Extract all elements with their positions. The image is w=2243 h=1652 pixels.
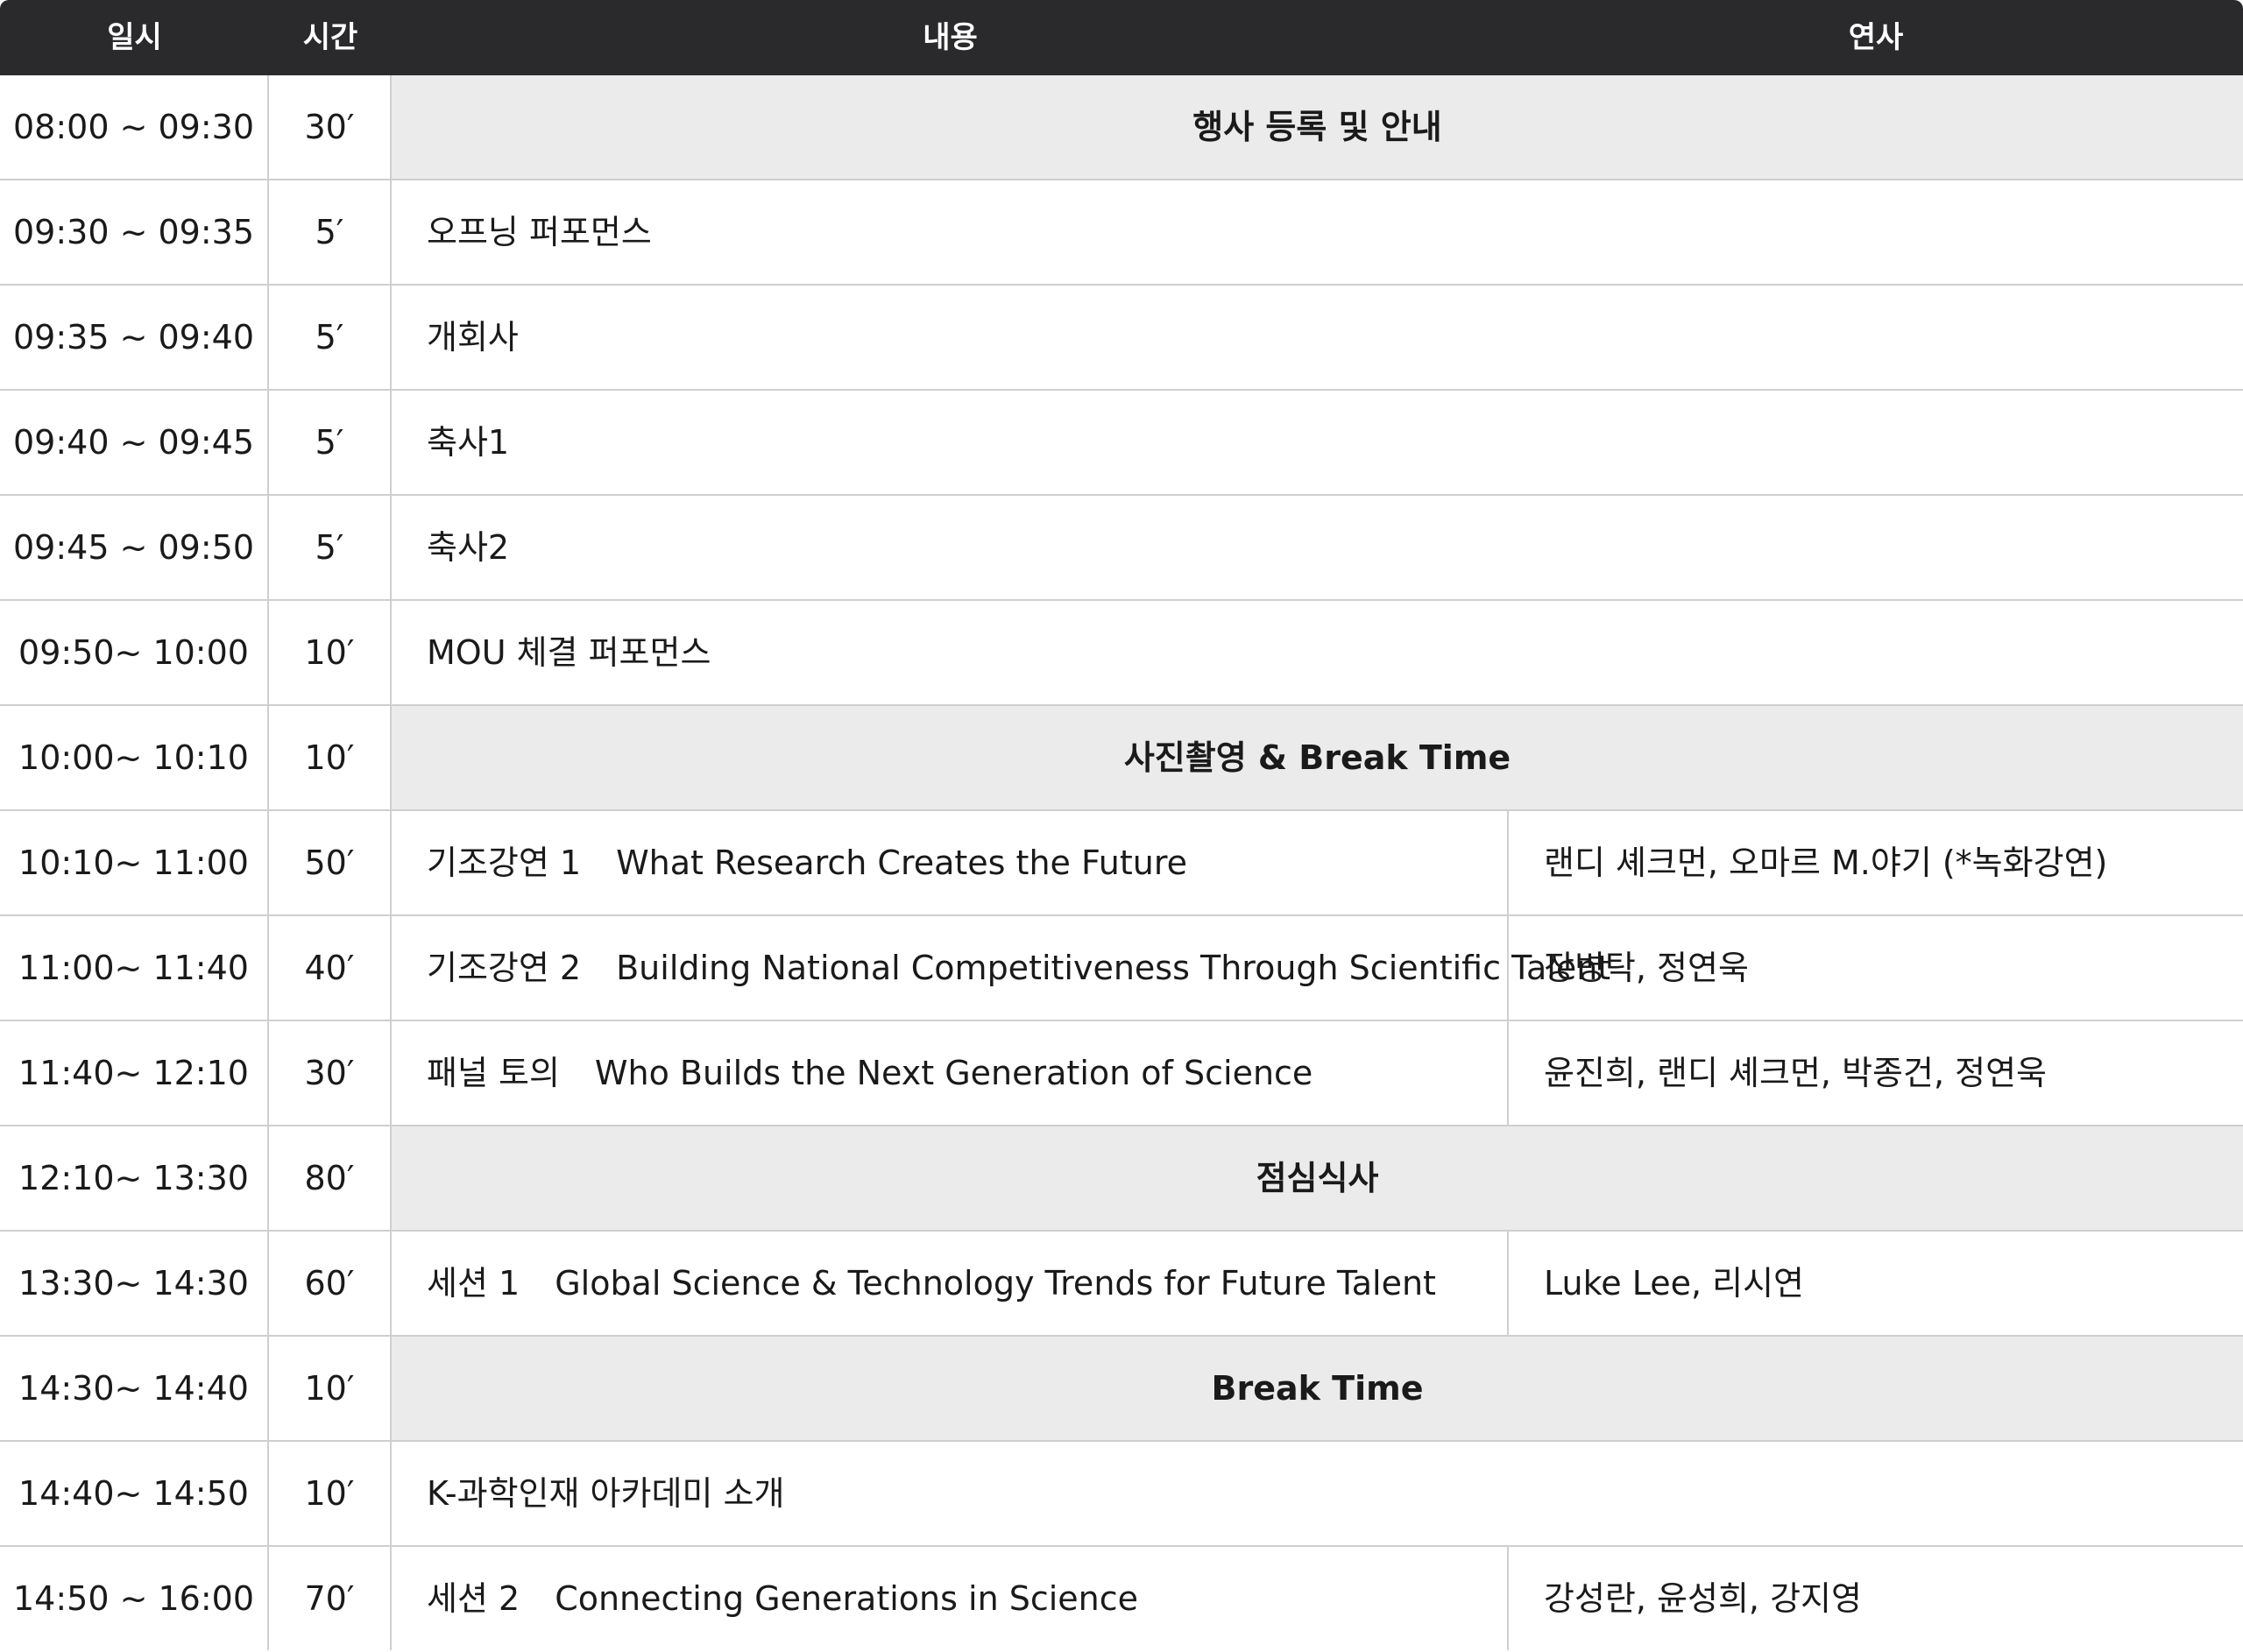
duration-cell: 80′ — [269, 1126, 392, 1230]
duration-cell: 50′ — [269, 811, 392, 914]
time-cell: 09:45 ~ 09:50 — [0, 496, 269, 599]
time-cell: 09:50~ 10:00 — [0, 601, 269, 704]
content-cell: 세션 1 Global Science & Technology Trends f… — [392, 1232, 1509, 1335]
content-text: What Research Creates the Future — [616, 844, 1188, 882]
table-header: 일시 시간 내용 연사 — [0, 0, 2243, 75]
header-speaker: 연사 — [1848, 20, 1904, 55]
duration-cell: 5′ — [269, 391, 392, 494]
section-banner: 행사 등록 및 안내 — [392, 75, 2243, 179]
time-cell: 10:00~ 10:10 — [0, 706, 269, 809]
time-cell: 09:35 ~ 09:40 — [0, 286, 269, 389]
table-row: 14:50 ~ 16:00 70′ 세션 2 Connecting Generatio… — [0, 1547, 2243, 1652]
content-cell: 축사1 — [392, 391, 2243, 494]
speaker-cell: 장병탁, 정연욱 — [1544, 949, 1749, 987]
speaker-cell: 강성란, 윤성희, 강지영 — [1544, 1579, 1862, 1618]
table-row: 09:30 ~ 09:35 5′ 오프닝 퍼포먼스 — [0, 180, 2243, 286]
duration-cell: 10′ — [269, 1442, 392, 1545]
time-cell: 14:50 ~ 16:00 — [0, 1547, 269, 1650]
content-text: K-과학인재 아카데미 소개 — [427, 1474, 785, 1513]
content-text: 오프닝 퍼포먼스 — [427, 213, 652, 251]
session-tag: 세션 1 — [427, 1264, 520, 1303]
header-datetime: 일시 — [107, 20, 162, 55]
table-row: 11:00~ 11:40 40′ 기조강연 2 Building National C… — [0, 916, 2243, 1021]
time-cell: 13:30~ 14:30 — [0, 1232, 269, 1335]
content-text: 개회사 — [427, 318, 519, 357]
duration-cell: 5′ — [269, 496, 392, 599]
table-row: 14:40~ 14:50 10′ K-과학인재 아카데미 소개 — [0, 1442, 2243, 1547]
time-cell: 09:40 ~ 09:45 — [0, 391, 269, 494]
time-cell: 12:10~ 13:30 — [0, 1126, 269, 1230]
content-cell: 기조강연 2 Building National Competitiveness … — [392, 916, 1610, 1020]
session-tag: 패널 토의 — [427, 1054, 560, 1092]
duration-cell: 10′ — [269, 706, 392, 809]
session-tag: 기조강연 2 — [427, 949, 582, 987]
content-text: MOU 체결 퍼포먼스 — [427, 633, 711, 672]
header-content: 내용 — [923, 20, 978, 55]
speaker-cell: 랜디 셰크먼, 오마르 M.야기 (*녹화강연) — [1544, 844, 2108, 882]
content-cell: MOU 체결 퍼포먼스 — [392, 601, 2243, 704]
section-banner: 점심식사 — [392, 1126, 2243, 1230]
duration-cell: 40′ — [269, 916, 392, 1020]
content-text: Building National Competitiveness Throug… — [616, 949, 1611, 987]
content-cell: 패널 토의 Who Builds the Next Generation of S… — [392, 1021, 1509, 1125]
time-cell: 09:30 ~ 09:35 — [0, 180, 269, 284]
duration-cell: 30′ — [269, 1021, 392, 1125]
table-row: 14:30~ 14:40 10′ Break Time — [0, 1337, 2243, 1442]
duration-cell: 5′ — [269, 286, 392, 389]
content-text: Who Builds the Next Generation of Scienc… — [594, 1054, 1313, 1092]
duration-cell: 10′ — [269, 1337, 392, 1440]
content-text: 축사2 — [427, 528, 510, 567]
time-cell: 14:40~ 14:50 — [0, 1442, 269, 1545]
content-cell: 축사2 — [392, 496, 2243, 599]
content-cell: K-과학인재 아카데미 소개 — [392, 1442, 2243, 1545]
table-row: 09:50~ 10:00 10′ MOU 체결 퍼포먼스 — [0, 601, 2243, 706]
content-cell: 세션 2 Connecting Generations in Science — [392, 1547, 1509, 1650]
table-row: 09:35 ~ 09:40 5′ 개회사 — [0, 286, 2243, 391]
session-tag: 기조강연 1 — [427, 844, 582, 882]
time-cell: 11:40~ 12:10 — [0, 1021, 269, 1125]
content-text: Connecting Generations in Science — [555, 1579, 1139, 1618]
section-banner: 사진촬영 & Break Time — [392, 706, 2243, 809]
duration-cell: 30′ — [269, 75, 392, 179]
content-text: 축사1 — [427, 423, 510, 462]
speaker-cell: 윤진희, 랜디 셰크먼, 박종건, 정연욱 — [1544, 1054, 2047, 1092]
table-row: 10:00~ 10:10 10′ 사진촬영 & Break Time — [0, 706, 2243, 811]
duration-cell: 5′ — [269, 180, 392, 284]
time-cell: 10:10~ 11:00 — [0, 811, 269, 914]
table-row: 09:40 ~ 09:45 5′ 축사1 — [0, 391, 2243, 496]
duration-cell: 10′ — [269, 601, 392, 704]
content-text: Global Science & Technology Trends for F… — [555, 1264, 1436, 1303]
content-cell: 개회사 — [392, 286, 2243, 389]
content-cell: 기조강연 1 What Research Creates the Future — [392, 811, 1509, 914]
table-row: 11:40~ 12:10 30′ 패널 토의 Who Builds the Next … — [0, 1021, 2243, 1126]
content-cell: 오프닝 퍼포먼스 — [392, 180, 2243, 284]
duration-cell: 60′ — [269, 1232, 392, 1335]
time-cell: 08:00 ~ 09:30 — [0, 75, 269, 179]
table-row: 08:00 ~ 09:30 30′ 행사 등록 및 안내 — [0, 75, 2243, 180]
session-tag: 세션 2 — [427, 1579, 520, 1618]
time-cell: 14:30~ 14:40 — [0, 1337, 269, 1440]
section-banner: Break Time — [392, 1337, 2243, 1440]
table-row: 12:10~ 13:30 80′ 점심식사 — [0, 1126, 2243, 1232]
schedule-table: 일시 시간 내용 연사 08:00 ~ 09:30 30′ 행사 등록 및 안내 09… — [0, 0, 2243, 1652]
time-cell: 11:00~ 11:40 — [0, 916, 269, 1020]
speaker-cell: Luke Lee, 리시연 — [1544, 1264, 1804, 1303]
table-row: 09:45 ~ 09:50 5′ 축사2 — [0, 496, 2243, 601]
table-row: 13:30~ 14:30 60′ 세션 1 Global Science & Tech… — [0, 1232, 2243, 1337]
duration-cell: 70′ — [269, 1547, 392, 1650]
table-row: 10:10~ 11:00 50′ 기조강연 1 What Research Creat… — [0, 811, 2243, 916]
header-duration: 시간 — [302, 20, 358, 55]
